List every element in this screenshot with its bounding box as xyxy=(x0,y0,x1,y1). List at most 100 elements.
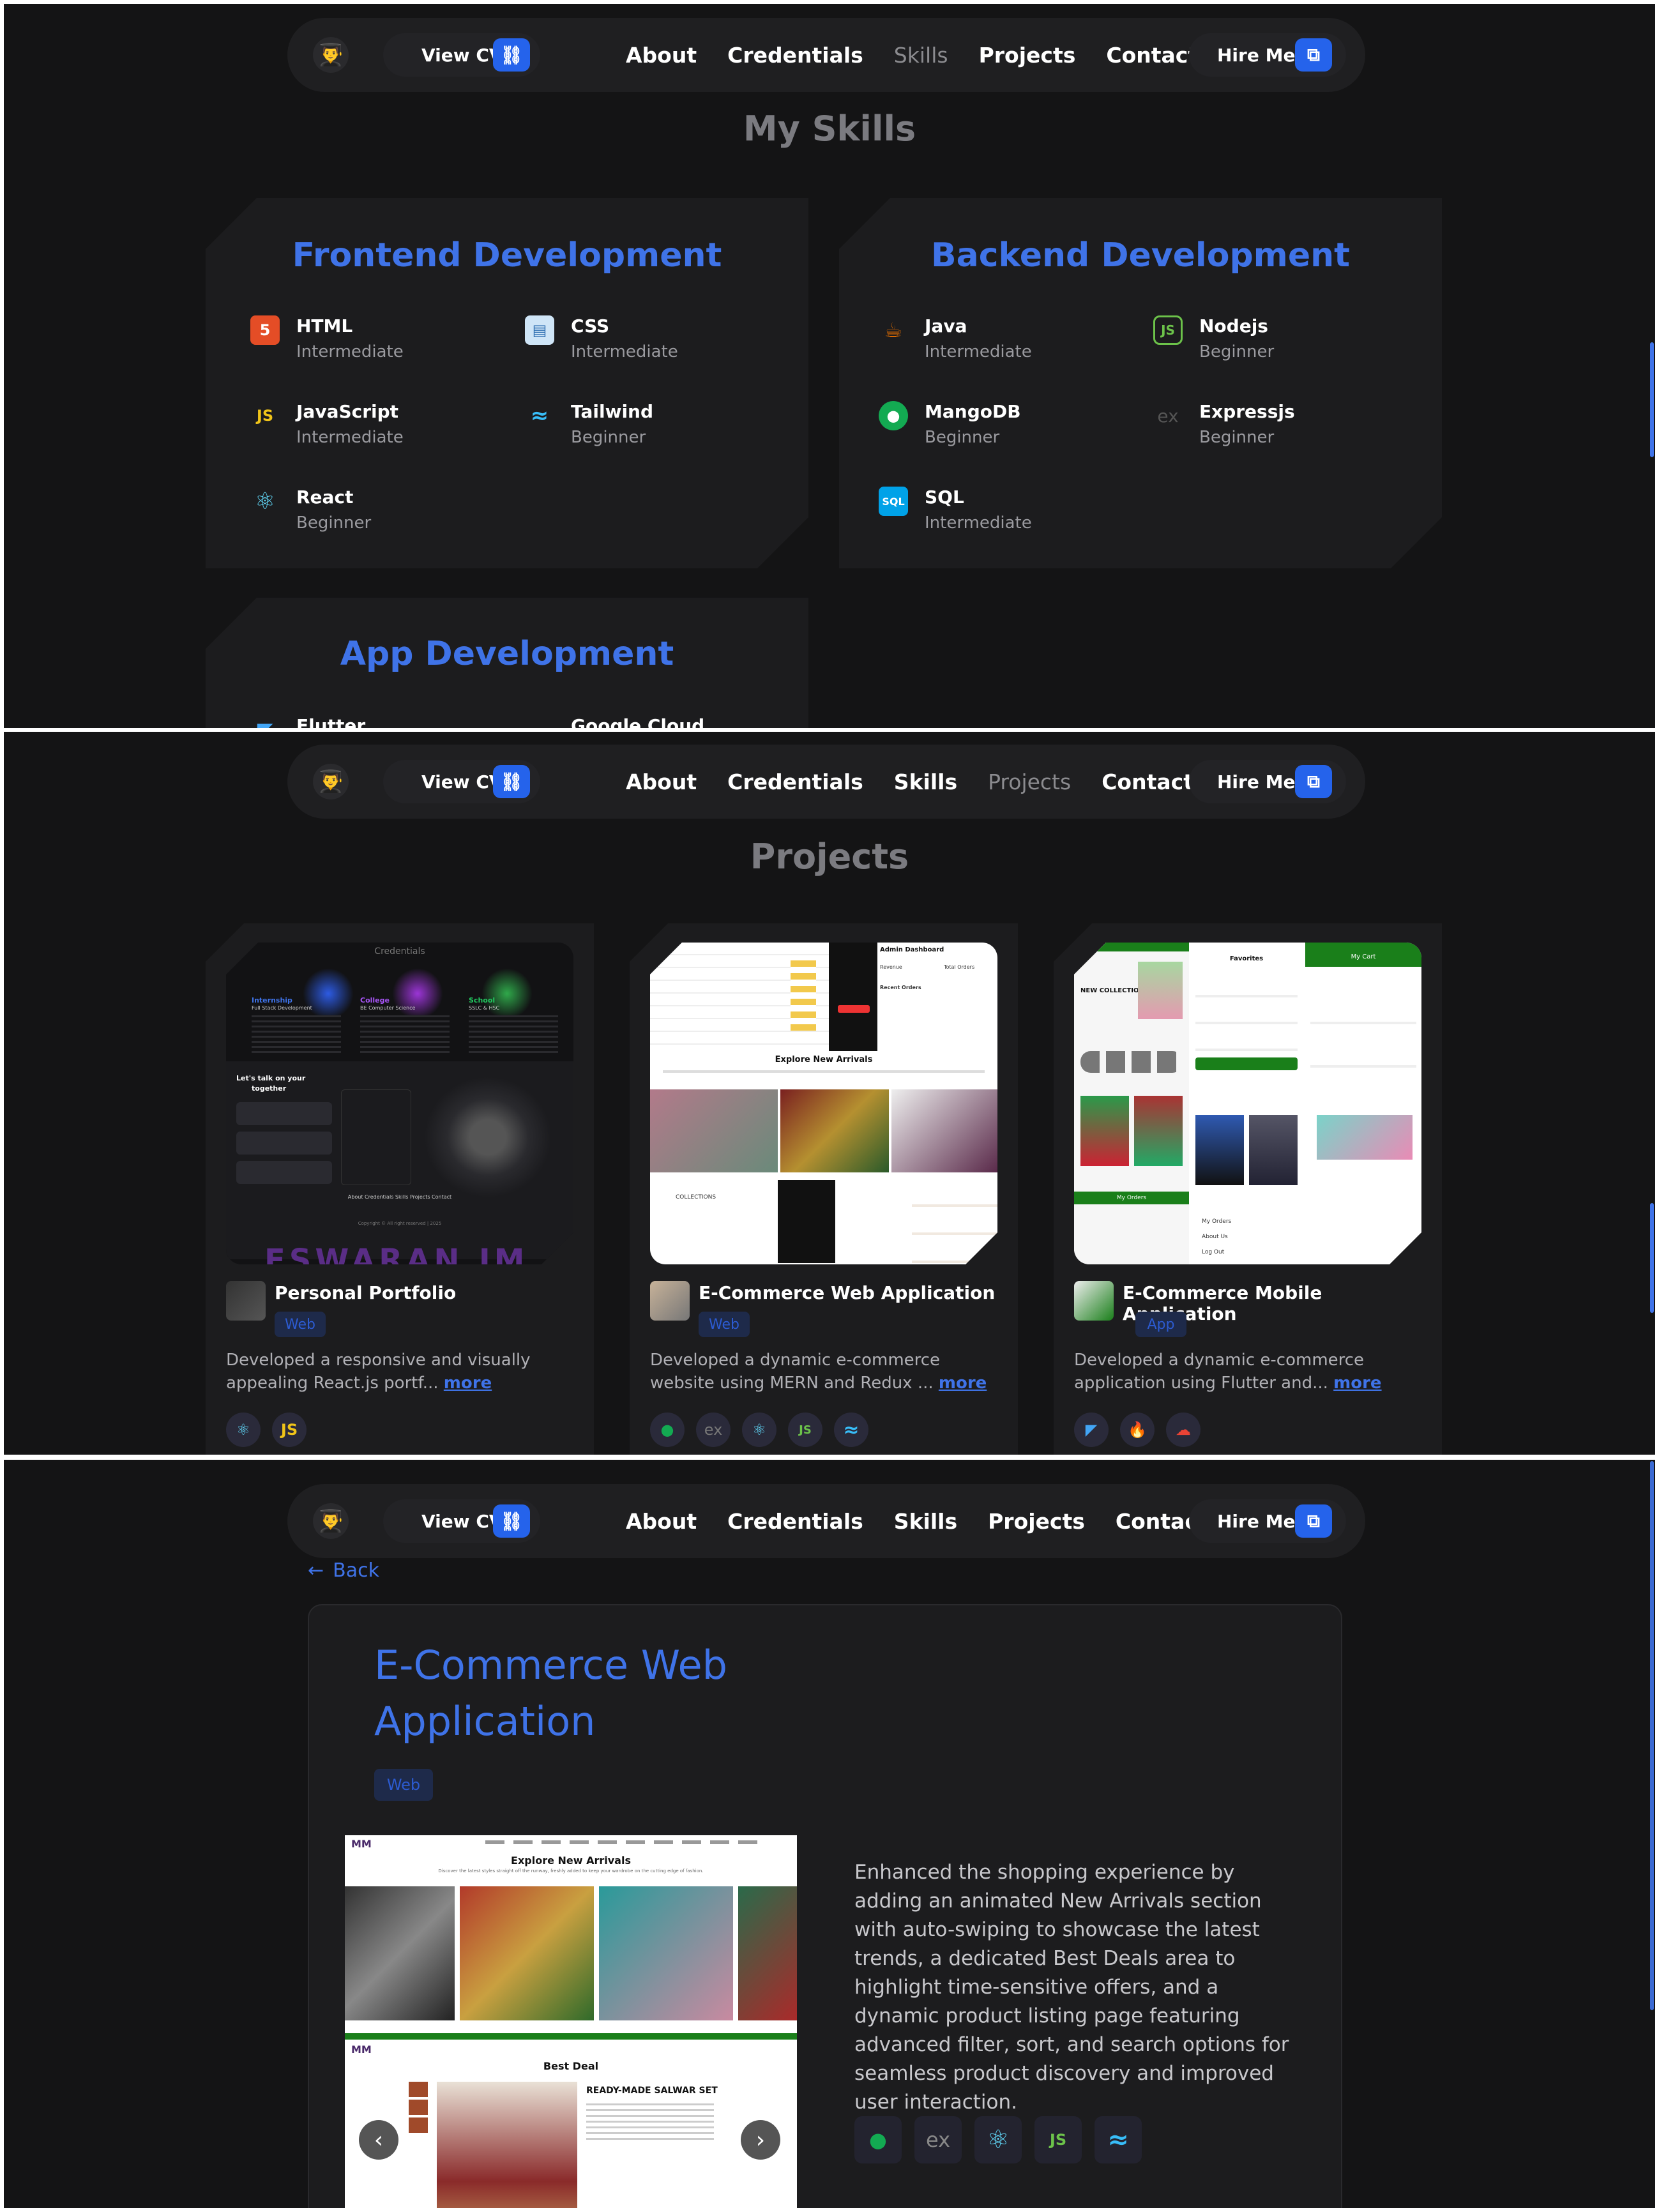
text-lines xyxy=(252,1015,341,1054)
project-detail-panel: 👨‍🎓 View CV ⛓ About Credentials Skills P… xyxy=(4,1460,1655,2208)
project-card-ecommerce-web[interactable]: Admin Dashboard Revenue Total Orders Rec… xyxy=(630,923,1018,1455)
product-image xyxy=(650,1089,778,1172)
project-desc: Developed a dynamic e-commerce website u… xyxy=(650,1349,1000,1395)
nav-links: About Credentials Skills Projects Contac… xyxy=(626,1484,1208,1558)
admin-sidebar xyxy=(829,943,877,1051)
scrollbar-thumb[interactable] xyxy=(1650,1461,1654,2010)
app-card: App Development ◤ Flutter ☁ Google Cloud xyxy=(206,598,808,728)
view-cv-button[interactable]: View CV ⛓ xyxy=(383,760,540,803)
product-image xyxy=(738,1886,797,2020)
nav-credentials[interactable]: Credentials xyxy=(727,1509,863,1534)
frontend-card: Frontend Development 5 HTML Intermediate… xyxy=(206,198,808,568)
skill-nodejs: JS Nodejs Beginner xyxy=(1153,313,1421,377)
nav-about[interactable]: About xyxy=(626,43,697,68)
detail-tech-row: ● ex ⚛ JS ≈ xyxy=(854,2116,1142,2163)
scrollbar-thumb[interactable] xyxy=(1650,342,1654,457)
nav-contact[interactable]: Contact xyxy=(1102,769,1193,794)
skill-tailwind: ≈ Tailwind Beginner xyxy=(525,398,793,462)
more-link[interactable]: more xyxy=(444,1374,492,1393)
product-tile xyxy=(1134,1096,1183,1166)
projects-panel: 👨‍🎓 View CV ⛓ About Credentials Skills P… xyxy=(4,732,1655,1455)
cart-list xyxy=(1310,981,1416,1070)
admin-revenue: Revenue xyxy=(880,964,902,970)
hire-me-button[interactable]: Hire Me ⧉ xyxy=(1189,760,1346,803)
javascript-icon: JS xyxy=(256,407,274,425)
nav-about[interactable]: About xyxy=(626,769,697,794)
hire-me-label: Hire Me xyxy=(1217,1511,1296,1532)
back-label: Back xyxy=(333,1559,379,1582)
html5-icon: 5 xyxy=(250,315,280,345)
view-cv-button[interactable]: View CV ⛓ xyxy=(383,33,540,77)
nav-about[interactable]: About xyxy=(626,1509,697,1534)
menu-item: About Us xyxy=(1202,1234,1228,1240)
shot-col-title: Internship xyxy=(252,996,292,1004)
nav-skills[interactable]: Skills xyxy=(894,43,948,68)
project-title: E-Commerce Web Application xyxy=(699,1282,996,1303)
react-icon: ⚛ xyxy=(742,1413,776,1447)
avatar-icon[interactable]: 👨‍🎓 xyxy=(313,37,349,73)
express-icon: ex xyxy=(1157,405,1179,427)
tech-row: ⚛ JS xyxy=(226,1413,307,1447)
nav-skills[interactable]: Skills xyxy=(894,769,957,794)
glow-orb xyxy=(392,968,443,1019)
nav-projects[interactable]: Projects xyxy=(979,43,1076,68)
link-icon[interactable]: ⛓ xyxy=(493,1504,530,1538)
shot-col-title: School xyxy=(469,996,496,1004)
skill-sql: SQL SQL Intermediate xyxy=(879,484,1147,548)
best-deal-title: Best Deal xyxy=(543,2060,599,2072)
detail-title: E-Commerce Web Application xyxy=(374,1642,727,1745)
shot-col-sub: BE Computer Science xyxy=(360,1005,416,1011)
chevron-left-icon[interactable]: ‹ xyxy=(359,2120,398,2160)
skill-level: Beginner xyxy=(1199,428,1275,447)
nav-credentials[interactable]: Credentials xyxy=(727,769,863,794)
back-link[interactable]: ← Back xyxy=(308,1559,379,1582)
admin-title: Admin Dashboard xyxy=(880,946,944,953)
avatar-icon[interactable]: 👨‍🎓 xyxy=(313,764,349,799)
product-image xyxy=(780,1089,889,1172)
link-icon[interactable]: ⛓ xyxy=(493,38,530,72)
product-desc xyxy=(586,2103,714,2142)
product-tile xyxy=(1080,1096,1129,1166)
javascript-icon: JS xyxy=(272,1413,307,1447)
scrollbar-thumb[interactable] xyxy=(1650,1203,1654,1313)
avatar-icon[interactable]: 👨‍🎓 xyxy=(313,1503,349,1539)
express-icon: ex xyxy=(914,2116,962,2163)
nav-contact[interactable]: Contact xyxy=(1106,43,1198,68)
project-thumb xyxy=(650,1281,690,1321)
link-icon[interactable]: ⛓ xyxy=(493,765,530,798)
view-cv-button[interactable]: View CV ⛓ xyxy=(383,1499,540,1543)
nav-skills[interactable]: Skills xyxy=(894,1509,957,1534)
project-card-ecommerce-mobile[interactable]: NEW COLLECTIONS My Orders Favorites My O… xyxy=(1054,923,1442,1455)
search-bar xyxy=(1195,1057,1298,1070)
chevron-right-icon[interactable]: › xyxy=(741,2120,780,2160)
react-icon: ⚛ xyxy=(974,2116,1022,2163)
project-card-portfolio[interactable]: Credentials Internship Full Stack Develo… xyxy=(206,923,594,1455)
react-icon: ⚛ xyxy=(226,1413,261,1447)
product-image xyxy=(460,1886,594,2020)
status-badges xyxy=(791,960,816,1031)
nav-links: About Credentials Skills Projects Contac… xyxy=(626,745,1193,819)
hire-me-button[interactable]: Hire Me ⧉ xyxy=(1189,1499,1346,1543)
project-title: Personal Portfolio xyxy=(275,1282,457,1303)
external-link-icon[interactable]: ⧉ xyxy=(1295,38,1332,72)
nav-projects[interactable]: Projects xyxy=(988,769,1071,794)
hire-me-label: Hire Me xyxy=(1217,45,1296,66)
skill-level: Beginner xyxy=(1199,342,1275,361)
mongodb-icon: ● xyxy=(854,2116,902,2163)
shop-logo: MM xyxy=(351,2043,372,2056)
more-link[interactable]: more xyxy=(939,1374,987,1393)
project-thumb xyxy=(226,1281,266,1321)
divider xyxy=(345,2033,797,2040)
contact-item xyxy=(236,1102,332,1125)
nav-projects[interactable]: Projects xyxy=(988,1509,1085,1534)
nav-credentials[interactable]: Credentials xyxy=(727,43,863,68)
skill-java: ☕ Java Intermediate xyxy=(879,313,1147,377)
menu-item: My Orders xyxy=(1202,1218,1232,1225)
external-link-icon[interactable]: ⧉ xyxy=(1295,1504,1332,1538)
detail-screenshot: MM Explore New Arrivals Discover the lat… xyxy=(345,1835,797,2208)
more-link[interactable]: more xyxy=(1333,1374,1381,1393)
favorites-title: Favorites xyxy=(1229,955,1264,962)
shot-col-sub: Full Stack Development xyxy=(252,1005,312,1011)
hire-me-button[interactable]: Hire Me ⧉ xyxy=(1189,33,1346,77)
external-link-icon[interactable]: ⧉ xyxy=(1295,765,1332,798)
